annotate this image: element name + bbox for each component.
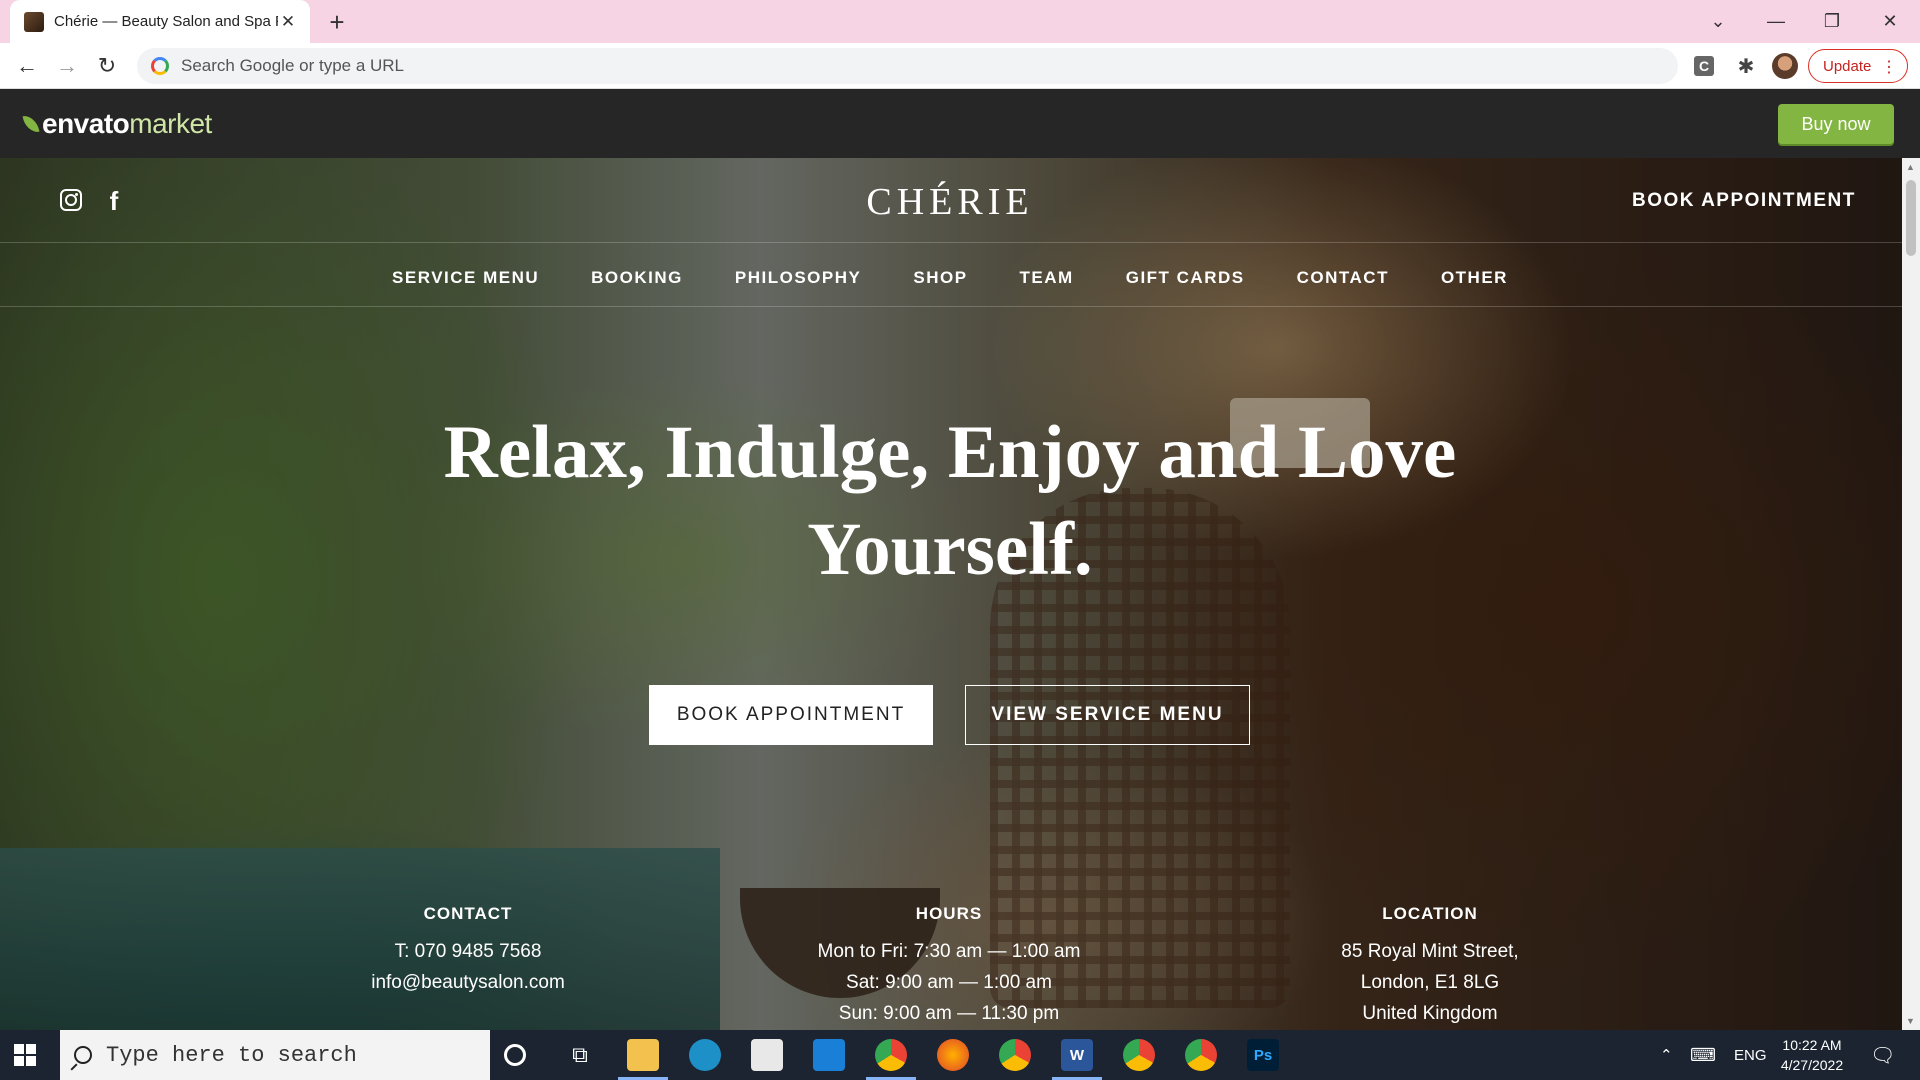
- view-service-menu-button[interactable]: VIEW SERVICE MENU: [965, 685, 1250, 745]
- nav-philosophy[interactable]: PHILOSOPHY: [735, 268, 861, 288]
- contact-email[interactable]: info@beautysalon.com: [288, 967, 648, 998]
- cortana-icon[interactable]: [504, 1044, 526, 1066]
- logo-text-market: market: [129, 108, 212, 139]
- menu-dots-icon: ⋮: [1881, 59, 1897, 76]
- contact-phone[interactable]: T: 070 9485 7568: [288, 936, 648, 967]
- browser-toolbar: ← → ↻ C ✱ Update ⋮: [0, 43, 1920, 89]
- browser-tab[interactable]: Chérie — Beauty Salon and Spa Pre ✕: [10, 0, 310, 43]
- nav-contact[interactable]: CONTACT: [1297, 268, 1389, 288]
- photoshop-icon[interactable]: Ps: [1247, 1039, 1279, 1071]
- tray-chevron-icon[interactable]: ⌃: [1660, 1030, 1673, 1080]
- tab-title: Chérie — Beauty Salon and Spa Pre: [54, 13, 278, 30]
- nav-other[interactable]: OTHER: [1441, 268, 1508, 288]
- location-heading: LOCATION: [1382, 904, 1478, 923]
- chrome-icon[interactable]: [875, 1039, 907, 1071]
- extensions-puzzle-icon[interactable]: ✱: [1734, 54, 1758, 78]
- taskbar-search-input[interactable]: [106, 1042, 486, 1068]
- hero-section: f CHÉRIE BOOK APPOINTMENT SERVICE MENU B…: [0, 158, 1902, 1030]
- update-label: Update: [1823, 57, 1872, 75]
- system-clock[interactable]: 10:22 AM 4/27/2022: [1772, 1035, 1852, 1075]
- contact-heading: CONTACT: [423, 904, 513, 923]
- forward-icon[interactable]: →: [52, 51, 82, 81]
- chrome-profile-2-icon[interactable]: [1123, 1039, 1155, 1071]
- tab-search-icon[interactable]: ⌄: [1690, 0, 1746, 43]
- firefox-icon[interactable]: [937, 1039, 969, 1071]
- reload-icon[interactable]: ↻: [92, 51, 122, 81]
- word-icon[interactable]: W: [1061, 1039, 1093, 1071]
- hours-sunday: Sun: 9:00 am — 11:30 pm: [838, 1003, 1060, 1024]
- language-indicator[interactable]: ENG: [1734, 1030, 1767, 1080]
- location-column: LOCATION 85 Royal Mint Street, London, E…: [1250, 904, 1610, 1029]
- chrome-profile-3-icon[interactable]: [1185, 1039, 1217, 1071]
- taskbar-search[interactable]: [60, 1030, 490, 1080]
- clock-date: 4/27/2022: [1780, 1057, 1844, 1073]
- location-street: 85 Royal Mint Street,: [1341, 941, 1519, 962]
- page-scrollbar[interactable]: ▲ ▼: [1902, 158, 1920, 1030]
- task-view-icon[interactable]: ⧉: [564, 1039, 596, 1071]
- envato-market-bar: envato market Buy now: [0, 89, 1920, 158]
- site-logo[interactable]: CHÉRIE: [0, 180, 1900, 224]
- windows-start-icon[interactable]: [14, 1044, 36, 1066]
- back-icon[interactable]: ←: [12, 51, 42, 81]
- header-book-appointment-link[interactable]: BOOK APPOINTMENT: [1632, 190, 1856, 212]
- update-button[interactable]: Update ⋮: [1808, 49, 1908, 83]
- restore-icon[interactable]: ❐: [1804, 0, 1860, 43]
- search-icon: [74, 1046, 92, 1064]
- mail-icon[interactable]: [813, 1039, 845, 1071]
- windows-taskbar: ⧉ W Ps ⌃ ⌨ ENG 10:22 AM 4/27/2022 🗨: [0, 1030, 1920, 1080]
- nav-gift-cards[interactable]: GIFT CARDS: [1126, 268, 1245, 288]
- hours-column: HOURS Mon to Fri: 7:30 am — 1:00 am Sat:…: [769, 904, 1129, 1029]
- notifications-icon[interactable]: 🗨: [1870, 1030, 1895, 1080]
- header-divider: [0, 242, 1902, 243]
- main-nav: SERVICE MENU BOOKING PHILOSOPHY SHOP TEA…: [0, 250, 1900, 306]
- hours-weekdays: Mon to Fri: 7:30 am — 1:00 am: [817, 941, 1081, 962]
- nav-service-menu[interactable]: SERVICE MENU: [392, 268, 539, 288]
- store-icon[interactable]: [751, 1039, 783, 1071]
- keyboard-icon[interactable]: ⌨: [1690, 1030, 1716, 1080]
- logo-text-envato: envato: [42, 108, 130, 139]
- profile-avatar[interactable]: [1772, 53, 1798, 79]
- scroll-up-icon[interactable]: ▲: [1906, 162, 1915, 172]
- envato-logo[interactable]: envato market: [22, 108, 212, 140]
- browser-tab-strip: Chérie — Beauty Salon and Spa Pre ✕ + ⌄ …: [0, 0, 1920, 43]
- hours-heading: HOURS: [915, 904, 983, 923]
- omnibox[interactable]: [137, 48, 1678, 84]
- scroll-thumb[interactable]: [1906, 180, 1916, 256]
- scroll-down-icon[interactable]: ▼: [1906, 1016, 1915, 1026]
- envato-leaf-icon: [22, 113, 40, 135]
- minimize-icon[interactable]: —: [1748, 0, 1804, 43]
- book-appointment-button[interactable]: BOOK APPOINTMENT: [649, 685, 933, 745]
- hours-saturday: Sat: 9:00 am — 1:00 am: [846, 972, 1052, 993]
- hero-headline: Relax, Indulge, Enjoy and Love Yourself.: [400, 404, 1500, 598]
- close-tab-icon[interactable]: ✕: [278, 12, 298, 32]
- google-icon: [151, 57, 169, 75]
- headline-line-1: Relax, Indulge, Enjoy and Love: [443, 411, 1457, 494]
- buy-now-button[interactable]: Buy now: [1778, 104, 1894, 144]
- nav-shop[interactable]: SHOP: [913, 268, 967, 288]
- site-favicon-icon: [24, 11, 44, 32]
- extension-c-icon[interactable]: C: [1694, 56, 1714, 76]
- location-country: United Kingdom: [1362, 1003, 1498, 1024]
- edge-icon[interactable]: [689, 1039, 721, 1071]
- nav-divider: [0, 306, 1902, 307]
- file-explorer-icon[interactable]: [627, 1039, 659, 1071]
- headline-line-2: Yourself.: [807, 508, 1093, 591]
- contact-column: CONTACT T: 070 9485 7568 info@beautysalo…: [288, 904, 648, 998]
- nav-team[interactable]: TEAM: [1020, 268, 1074, 288]
- address-input[interactable]: [181, 56, 1581, 76]
- nav-booking[interactable]: BOOKING: [591, 268, 683, 288]
- close-window-icon[interactable]: ✕: [1862, 0, 1918, 43]
- clock-time: 10:22 AM: [1782, 1037, 1842, 1053]
- location-city: London, E1 8LG: [1360, 972, 1500, 993]
- new-tab-icon[interactable]: +: [323, 7, 351, 37]
- chrome-profile-icon[interactable]: [999, 1039, 1031, 1071]
